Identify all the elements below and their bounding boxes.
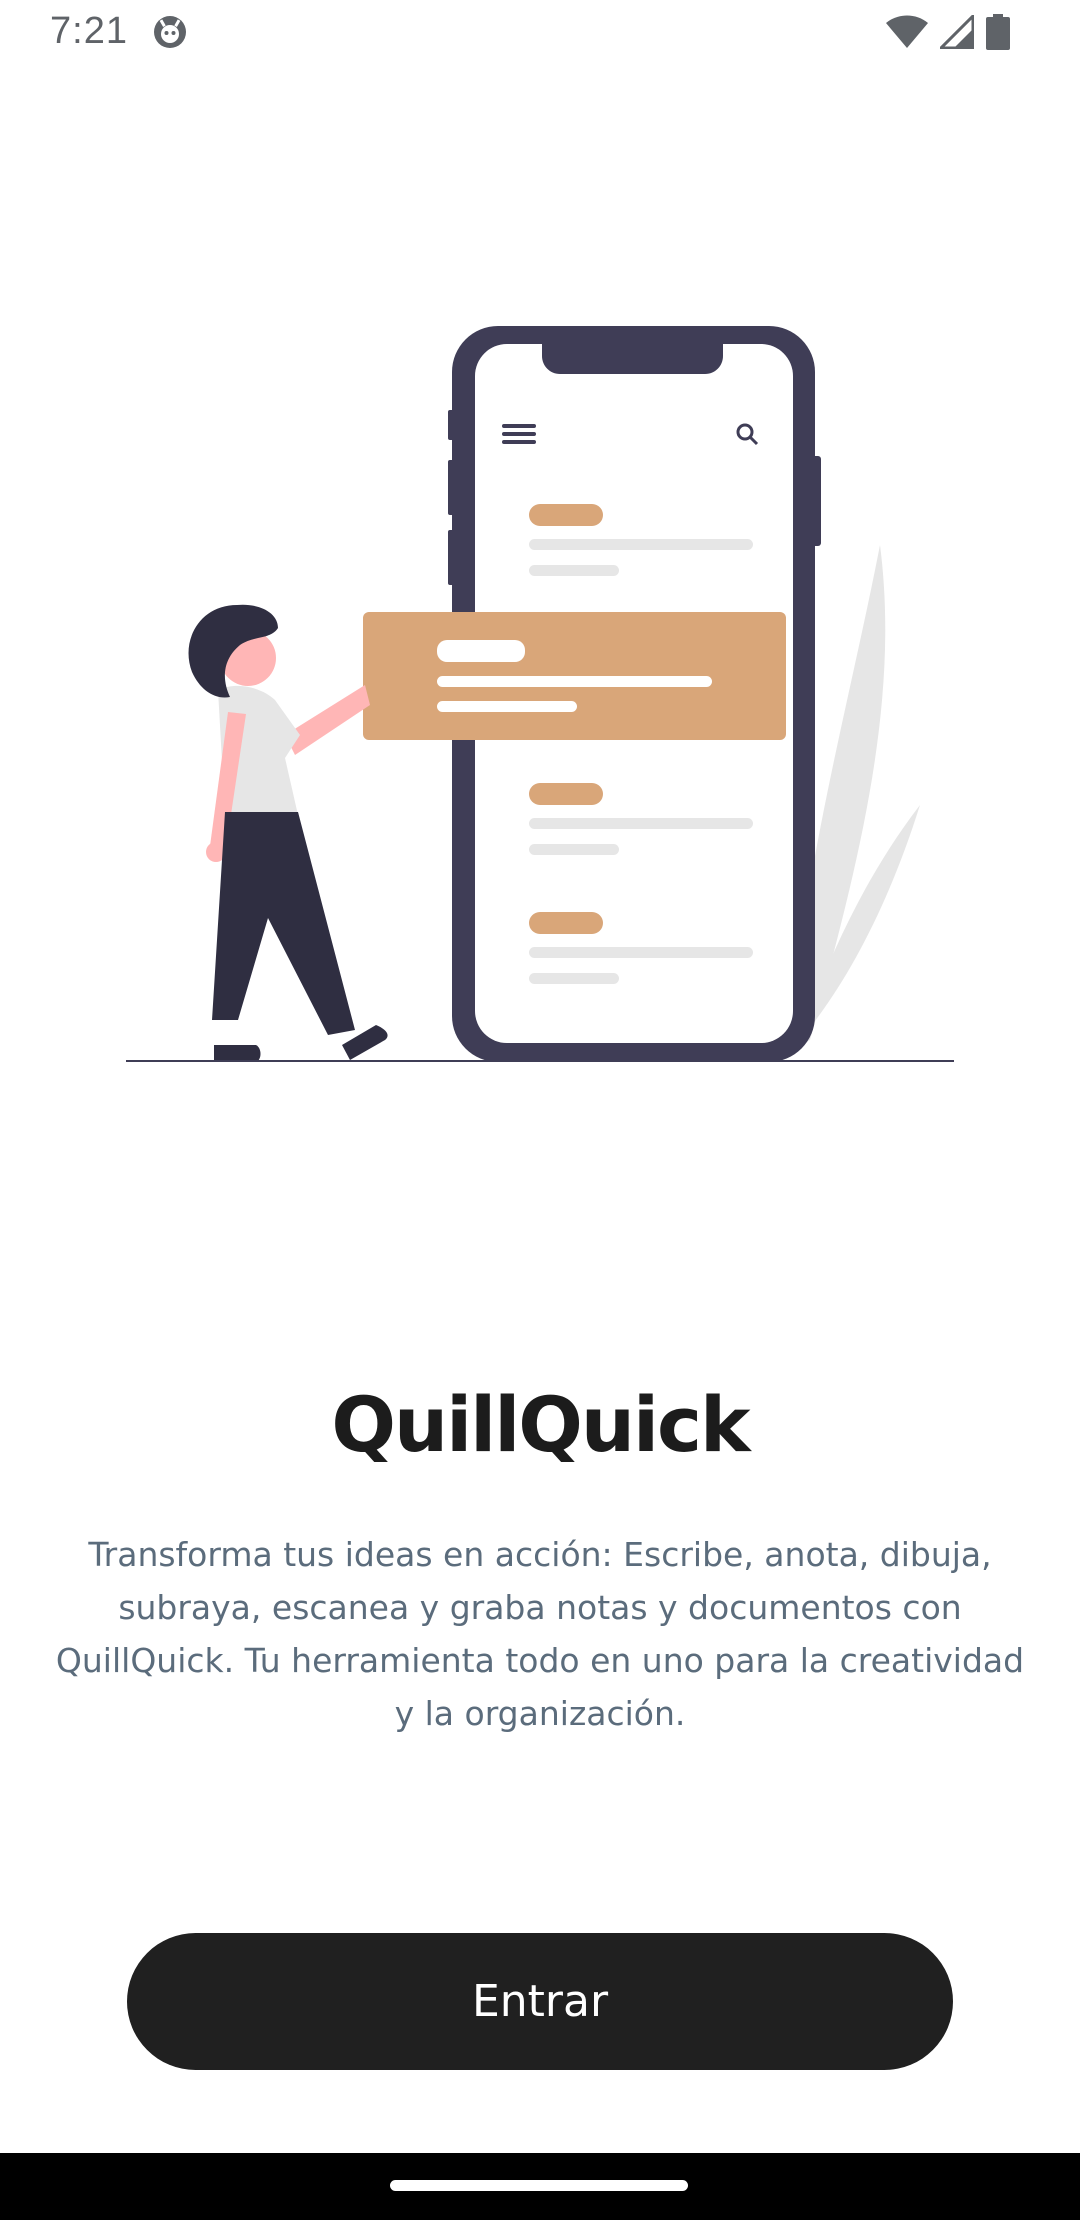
- hero-illustration: [126, 326, 954, 1062]
- battery-icon: [986, 14, 1010, 50]
- cellular-signal-icon: [940, 15, 974, 49]
- status-time: 7:21: [50, 10, 128, 52]
- wifi-icon: [886, 15, 928, 48]
- menu-icon: [502, 424, 536, 444]
- status-bar: 7:21: [0, 0, 1080, 66]
- person-illustration: [188, 604, 388, 1062]
- android-debug-icon: [154, 16, 186, 48]
- enter-button-label: Entrar: [471, 1976, 609, 2027]
- highlighted-card-illustration: [363, 612, 786, 740]
- enter-button[interactable]: Entrar: [127, 1933, 953, 2070]
- status-icons: [886, 14, 1010, 50]
- app-description: Transforma tus ideas en acción: Escribe,…: [55, 1535, 1025, 1733]
- app-title: QuillQuick: [331, 1380, 750, 1469]
- home-gesture-handle[interactable]: [390, 2180, 688, 2191]
